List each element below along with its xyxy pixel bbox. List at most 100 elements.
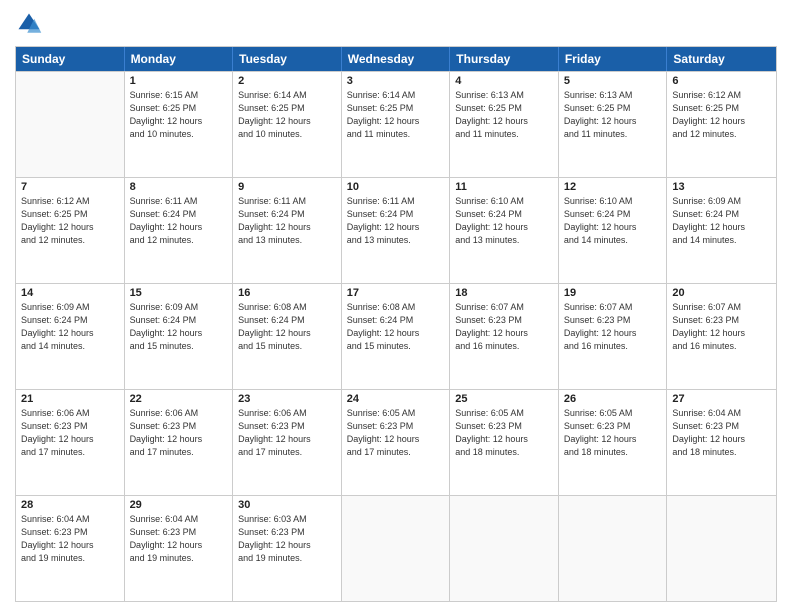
- cell-info: Sunrise: 6:13 AM Sunset: 6:25 PM Dayligh…: [455, 89, 553, 141]
- calendar-row-5: 28Sunrise: 6:04 AM Sunset: 6:23 PM Dayli…: [16, 495, 776, 601]
- cell-info: Sunrise: 6:11 AM Sunset: 6:24 PM Dayligh…: [238, 195, 336, 247]
- cell-info: Sunrise: 6:03 AM Sunset: 6:23 PM Dayligh…: [238, 513, 336, 565]
- cell-info: Sunrise: 6:10 AM Sunset: 6:24 PM Dayligh…: [564, 195, 662, 247]
- header: [15, 10, 777, 38]
- day-number: 7: [21, 181, 119, 193]
- calendar-cell-1-4: 3 Sunrise: 6:14 AM Sunset: 6:25 PM Daylig…: [342, 72, 451, 177]
- calendar-cell-1-7: 6 Sunrise: 6:12 AM Sunset: 6:25 PM Daylig…: [667, 72, 776, 177]
- day-number: 22: [130, 393, 228, 405]
- calendar: SundayMondayTuesdayWednesdayThursdayFrid…: [15, 46, 777, 602]
- calendar-cell-2-7: 13 Sunrise: 6:09 AM Sunset: 6:24 PM Dayli…: [667, 178, 776, 283]
- header-wednesday: Wednesday: [342, 47, 451, 71]
- day-number: 26: [564, 393, 662, 405]
- calendar-cell-4-1: 21 Sunrise: 6:06 AM Sunset: 6:23 PM Dayli…: [16, 390, 125, 495]
- calendar-row-3: 14Sunrise: 6:09 AM Sunset: 6:24 PM Dayli…: [16, 283, 776, 389]
- cell-info: Sunrise: 6:14 AM Sunset: 6:25 PM Dayligh…: [238, 89, 336, 141]
- calendar-cell-2-4: 10 Sunrise: 6:11 AM Sunset: 6:24 PM Dayli…: [342, 178, 451, 283]
- calendar-cell-3-3: 16 Sunrise: 6:08 AM Sunset: 6:24 PM Dayli…: [233, 284, 342, 389]
- cell-info: Sunrise: 6:14 AM Sunset: 6:25 PM Dayligh…: [347, 89, 445, 141]
- cell-info: Sunrise: 6:05 AM Sunset: 6:23 PM Dayligh…: [564, 407, 662, 459]
- calendar-row-1: 1 Sunrise: 6:15 AM Sunset: 6:25 PM Daylig…: [16, 71, 776, 177]
- day-number: 30: [238, 499, 336, 511]
- day-number: 3: [347, 75, 445, 87]
- calendar-header-row: SundayMondayTuesdayWednesdayThursdayFrid…: [16, 47, 776, 71]
- calendar-row-2: 7Sunrise: 6:12 AM Sunset: 6:25 PM Daylig…: [16, 177, 776, 283]
- cell-info: Sunrise: 6:06 AM Sunset: 6:23 PM Dayligh…: [130, 407, 228, 459]
- cell-info: Sunrise: 6:04 AM Sunset: 6:23 PM Dayligh…: [130, 513, 228, 565]
- day-number: 29: [130, 499, 228, 511]
- calendar-cell-4-4: 24 Sunrise: 6:05 AM Sunset: 6:23 PM Dayli…: [342, 390, 451, 495]
- cell-info: Sunrise: 6:06 AM Sunset: 6:23 PM Dayligh…: [21, 407, 119, 459]
- day-number: 9: [238, 181, 336, 193]
- day-number: 17: [347, 287, 445, 299]
- header-thursday: Thursday: [450, 47, 559, 71]
- cell-info: Sunrise: 6:07 AM Sunset: 6:23 PM Dayligh…: [672, 301, 771, 353]
- page: SundayMondayTuesdayWednesdayThursdayFrid…: [0, 0, 792, 612]
- calendar-cell-2-3: 9 Sunrise: 6:11 AM Sunset: 6:24 PM Daylig…: [233, 178, 342, 283]
- cell-info: Sunrise: 6:11 AM Sunset: 6:24 PM Dayligh…: [347, 195, 445, 247]
- cell-info: Sunrise: 6:15 AM Sunset: 6:25 PM Dayligh…: [130, 89, 228, 141]
- calendar-cell-4-3: 23 Sunrise: 6:06 AM Sunset: 6:23 PM Dayli…: [233, 390, 342, 495]
- day-number: 1: [130, 75, 228, 87]
- calendar-cell-5-7: [667, 496, 776, 601]
- day-number: 21: [21, 393, 119, 405]
- calendar-cell-1-5: 4 Sunrise: 6:13 AM Sunset: 6:25 PM Daylig…: [450, 72, 559, 177]
- calendar-cell-1-2: 1 Sunrise: 6:15 AM Sunset: 6:25 PM Daylig…: [125, 72, 234, 177]
- calendar-cell-5-4: [342, 496, 451, 601]
- day-number: 24: [347, 393, 445, 405]
- cell-info: Sunrise: 6:09 AM Sunset: 6:24 PM Dayligh…: [672, 195, 771, 247]
- header-sunday: Sunday: [16, 47, 125, 71]
- calendar-cell-3-6: 19 Sunrise: 6:07 AM Sunset: 6:23 PM Dayli…: [559, 284, 668, 389]
- cell-info: Sunrise: 6:07 AM Sunset: 6:23 PM Dayligh…: [455, 301, 553, 353]
- calendar-cell-3-2: 15Sunrise: 6:09 AM Sunset: 6:24 PM Dayli…: [125, 284, 234, 389]
- calendar-cell-4-6: 26 Sunrise: 6:05 AM Sunset: 6:23 PM Dayli…: [559, 390, 668, 495]
- calendar-cell-1-6: 5Sunrise: 6:13 AM Sunset: 6:25 PM Daylig…: [559, 72, 668, 177]
- calendar-cell-2-2: 8 Sunrise: 6:11 AM Sunset: 6:24 PM Daylig…: [125, 178, 234, 283]
- calendar-cell-5-5: [450, 496, 559, 601]
- cell-info: Sunrise: 6:06 AM Sunset: 6:23 PM Dayligh…: [238, 407, 336, 459]
- calendar-cell-3-5: 18 Sunrise: 6:07 AM Sunset: 6:23 PM Dayli…: [450, 284, 559, 389]
- calendar-cell-2-5: 11 Sunrise: 6:10 AM Sunset: 6:24 PM Dayli…: [450, 178, 559, 283]
- cell-info: Sunrise: 6:10 AM Sunset: 6:24 PM Dayligh…: [455, 195, 553, 247]
- day-number: 4: [455, 75, 553, 87]
- cell-info: Sunrise: 6:05 AM Sunset: 6:23 PM Dayligh…: [347, 407, 445, 459]
- calendar-cell-3-7: 20 Sunrise: 6:07 AM Sunset: 6:23 PM Dayli…: [667, 284, 776, 389]
- logo: [15, 10, 47, 38]
- cell-info: Sunrise: 6:09 AM Sunset: 6:24 PM Dayligh…: [130, 301, 228, 353]
- day-number: 16: [238, 287, 336, 299]
- day-number: 18: [455, 287, 553, 299]
- day-number: 19: [564, 287, 662, 299]
- calendar-cell-5-6: [559, 496, 668, 601]
- day-number: 6: [672, 75, 771, 87]
- logo-icon: [15, 10, 43, 38]
- day-number: 2: [238, 75, 336, 87]
- calendar-body: 1 Sunrise: 6:15 AM Sunset: 6:25 PM Daylig…: [16, 71, 776, 601]
- header-saturday: Saturday: [667, 47, 776, 71]
- header-friday: Friday: [559, 47, 668, 71]
- header-tuesday: Tuesday: [233, 47, 342, 71]
- calendar-cell-2-6: 12Sunrise: 6:10 AM Sunset: 6:24 PM Dayli…: [559, 178, 668, 283]
- day-number: 27: [672, 393, 771, 405]
- day-number: 11: [455, 181, 553, 193]
- day-number: 20: [672, 287, 771, 299]
- calendar-cell-5-3: 30 Sunrise: 6:03 AM Sunset: 6:23 PM Dayli…: [233, 496, 342, 601]
- cell-info: Sunrise: 6:07 AM Sunset: 6:23 PM Dayligh…: [564, 301, 662, 353]
- cell-info: Sunrise: 6:12 AM Sunset: 6:25 PM Dayligh…: [672, 89, 771, 141]
- cell-info: Sunrise: 6:11 AM Sunset: 6:24 PM Dayligh…: [130, 195, 228, 247]
- cell-info: Sunrise: 6:08 AM Sunset: 6:24 PM Dayligh…: [238, 301, 336, 353]
- cell-info: Sunrise: 6:09 AM Sunset: 6:24 PM Dayligh…: [21, 301, 119, 353]
- calendar-cell-4-5: 25Sunrise: 6:05 AM Sunset: 6:23 PM Dayli…: [450, 390, 559, 495]
- day-number: 10: [347, 181, 445, 193]
- calendar-cell-1-1: [16, 72, 125, 177]
- calendar-cell-5-2: 29 Sunrise: 6:04 AM Sunset: 6:23 PM Dayli…: [125, 496, 234, 601]
- calendar-cell-2-1: 7Sunrise: 6:12 AM Sunset: 6:25 PM Daylig…: [16, 178, 125, 283]
- calendar-cell-1-3: 2 Sunrise: 6:14 AM Sunset: 6:25 PM Daylig…: [233, 72, 342, 177]
- calendar-cell-4-2: 22 Sunrise: 6:06 AM Sunset: 6:23 PM Dayli…: [125, 390, 234, 495]
- day-number: 23: [238, 393, 336, 405]
- cell-info: Sunrise: 6:04 AM Sunset: 6:23 PM Dayligh…: [672, 407, 771, 459]
- calendar-cell-3-4: 17 Sunrise: 6:08 AM Sunset: 6:24 PM Dayli…: [342, 284, 451, 389]
- calendar-cell-3-1: 14Sunrise: 6:09 AM Sunset: 6:24 PM Dayli…: [16, 284, 125, 389]
- day-number: 13: [672, 181, 771, 193]
- day-number: 8: [130, 181, 228, 193]
- cell-info: Sunrise: 6:08 AM Sunset: 6:24 PM Dayligh…: [347, 301, 445, 353]
